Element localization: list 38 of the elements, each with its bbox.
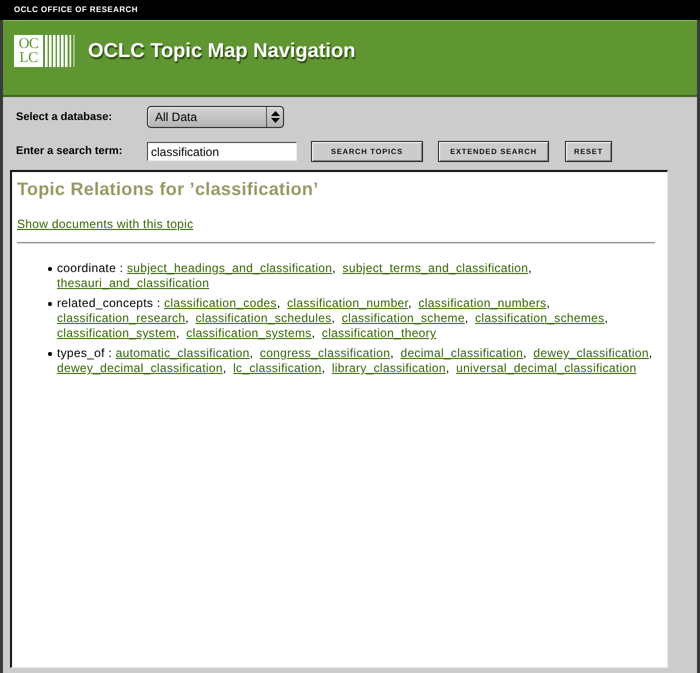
topic-link[interactable]: classification_scheme [342,311,465,325]
search-field[interactable]: classification [147,142,297,161]
topic-link[interactable]: congress_classification [260,346,390,360]
topic-link[interactable]: classification_theory [322,326,436,340]
topic-link[interactable]: classification_schedules [196,311,332,325]
topic-link[interactable]: library_classification [332,361,446,375]
bullet-icon [48,267,52,271]
results-heading: Topic Relations for ’classification’ [17,178,320,200]
org-name: OCLC OFFICE OF RESEARCH [14,6,138,14]
topic-link[interactable]: universal_decimal_classification [456,361,636,375]
topic-link[interactable]: classification_systems [186,326,312,340]
topic-link[interactable]: classification_numbers [418,296,546,310]
bullet-icon [48,352,52,356]
relation-entry: related_concepts : classification_codes, classification_number, classification_numbers, classification_research, classification_schedules, classification_scheme, classification_schemes, classification_system, classification_systems, classification_theory [57,296,610,341]
logo-stripes-icon [45,35,75,67]
search-label: Enter a search term: [16,144,124,160]
database-label: Select a database: [16,110,113,125]
relation-entry: types_of : automatic_classification, congress_classification, decimal_classification, dewey_classification, dewey_decimal_classification, lc_classification, library_classification, universal_decimal_classification [57,346,654,376]
topic-link[interactable]: subject_headings_and_classification [126,261,332,275]
database-select[interactable]: All Data [147,106,284,128]
topic-link[interactable]: classification_schemes [475,311,604,325]
topic-link[interactable]: classification_codes [164,296,277,310]
topic-link[interactable]: thesauri_and_classification [57,276,210,290]
topic-link[interactable]: decimal_classification [400,346,524,360]
bullet-icon [48,302,52,306]
topic-link[interactable]: subject_terms_and_classification [342,261,528,275]
topic-link[interactable]: lc_classification [233,361,322,375]
topic-link[interactable]: dewey_decimal_classification [57,361,223,375]
topic-link[interactable]: classification_number [287,296,408,310]
documents-link[interactable]: Show documents with this topic [17,217,194,232]
topic-link[interactable]: automatic_classification [116,346,250,360]
topic-link[interactable]: classification_research [57,311,186,325]
topic-link[interactable]: classification_system [57,326,176,340]
up-down-arrows-icon [270,111,280,123]
logo-letters: OC LC [14,35,43,67]
page-title: OCLC Topic Map Navigation [88,39,356,64]
relation-entry: coordinate : subject_headings_and_classification, subject_terms_and_classification, thesauri_and_classification [57,261,533,291]
topic-link[interactable]: dewey_classification [533,346,649,360]
